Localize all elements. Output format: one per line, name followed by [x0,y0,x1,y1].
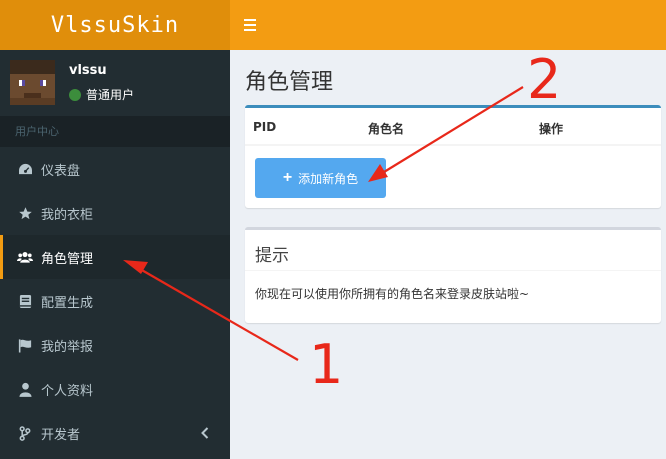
sidebar-item-label: 配置生成 [41,295,94,311]
sidebar-item-developer[interactable]: 开发者 [0,411,230,455]
user-panel: vlssu 普通用户 [0,50,230,116]
sidebar-item-dashboard[interactable]: 仪表盘 [0,147,230,191]
sidebar-menu: 仪表盘 我的衣柜 角色管理 配置生成 我的举报 个人资料 开发者 [0,147,230,455]
divider [245,270,661,271]
annotation-label-1: 1 [309,333,344,396]
user-role-label: 普通用户 [86,88,135,102]
roles-table-box: PID 角色名 操作 + 添加新角色 [245,105,661,208]
notice-title: 提示 [255,246,289,266]
sidebar-item-role-management[interactable]: 角色管理 [0,235,230,279]
logo-text: VlssuSkin [50,12,180,38]
star-icon [17,205,33,221]
add-role-button[interactable]: + 添加新角色 [255,158,386,198]
sidebar: vlssu 普通用户 用户中心 仪表盘 我的衣柜 角色管理 配置生成 我的举报 … [0,50,230,459]
users-icon [17,249,33,265]
flag-icon [17,337,33,353]
code-branch-icon [17,425,33,441]
online-status-icon [69,88,81,101]
sidebar-item-label: 角色管理 [41,251,94,267]
sidebar-section-header: 用户中心 [0,116,230,147]
user-role: 普通用户 [69,86,134,103]
sidebar-item-label: 我的举报 [41,339,94,355]
sidebar-item-label: 开发者 [41,427,81,443]
dashboard-icon [17,161,33,177]
add-role-button-label: 添加新角色 [298,171,359,186]
column-header-role-name: 角色名 [368,122,405,136]
page-title: 角色管理 [245,70,334,95]
book-icon [17,293,33,309]
table-header: PID 角色名 操作 [245,108,661,146]
sidebar-item-label: 仪表盘 [41,163,81,179]
notice-body: 你现在可以使用你所拥有的角色名来登录皮肤站啦~ [255,287,530,301]
sidebar-item-label: 我的衣柜 [41,207,94,223]
sidebar-item-profile[interactable]: 个人资料 [0,367,230,411]
user-icon [17,381,33,397]
sidebar-item-reports[interactable]: 我的举报 [0,323,230,367]
avatar [10,60,55,105]
plus-icon: + [282,169,293,186]
sidebar-item-label: 个人资料 [41,383,94,399]
column-header-actions: 操作 [539,122,564,136]
notice-box: 提示 你现在可以使用你所拥有的角色名来登录皮肤站啦~ [245,227,661,323]
sidebar-item-config[interactable]: 配置生成 [0,279,230,323]
app-logo[interactable]: VlssuSkin [0,0,230,50]
column-header-pid: PID [253,120,277,134]
chevron-left-icon[interactable] [198,425,212,441]
username: vlssu [69,63,107,78]
hamburger-icon[interactable] [244,15,260,35]
annotation-label-2: 2 [527,48,562,111]
top-navbar [230,0,666,50]
sidebar-item-wardrobe[interactable]: 我的衣柜 [0,191,230,235]
main-content: 角色管理 PID 角色名 操作 + 添加新角色 提示 你现在可以使用你所拥有的角… [230,50,666,459]
